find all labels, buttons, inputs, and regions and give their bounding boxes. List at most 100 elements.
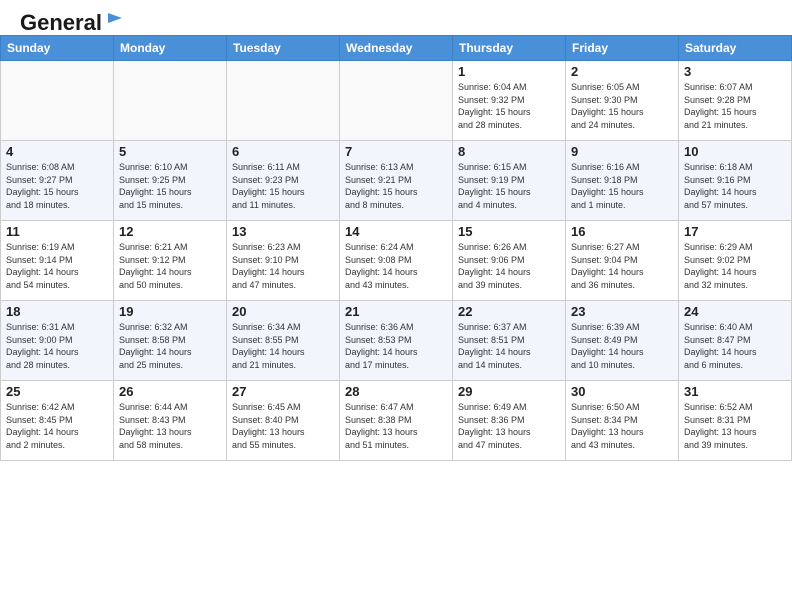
day-info: Sunrise: 6:29 AM Sunset: 9:02 PM Dayligh… — [684, 241, 786, 291]
day-number: 7 — [345, 144, 447, 159]
day-number: 2 — [571, 64, 673, 79]
calendar-cell — [1, 61, 114, 141]
calendar-cell: 3 Sunrise: 6:07 AM Sunset: 9:28 PM Daylig… — [679, 61, 792, 141]
calendar-cell: 26 Sunrise: 6:44 AM Sunset: 8:43 PM Dayli… — [114, 381, 227, 461]
day-info: Sunrise: 6:07 AM Sunset: 9:28 PM Dayligh… — [684, 81, 786, 131]
calendar-weekday-sunday: Sunday — [1, 36, 114, 61]
calendar-week-row: 25 Sunrise: 6:42 AM Sunset: 8:45 PM Dayli… — [1, 381, 792, 461]
calendar-weekday-monday: Monday — [114, 36, 227, 61]
day-number: 14 — [345, 224, 447, 239]
day-info: Sunrise: 6:31 AM Sunset: 9:00 PM Dayligh… — [6, 321, 108, 371]
day-number: 19 — [119, 304, 221, 319]
calendar-cell: 22Sunrise: 6:37 AM Sunset: 8:51 PM Dayli… — [453, 301, 566, 381]
calendar-cell: 5Sunrise: 6:10 AM Sunset: 9:25 PM Daylig… — [114, 141, 227, 221]
day-info: Sunrise: 6:11 AM Sunset: 9:23 PM Dayligh… — [232, 161, 334, 211]
day-info: Sunrise: 6:26 AM Sunset: 9:06 PM Dayligh… — [458, 241, 560, 291]
day-number: 6 — [232, 144, 334, 159]
day-info: Sunrise: 6:42 AM Sunset: 8:45 PM Dayligh… — [6, 401, 108, 451]
calendar-cell: 11Sunrise: 6:19 AM Sunset: 9:14 PM Dayli… — [1, 221, 114, 301]
logo-general-text: General — [20, 10, 102, 36]
day-info: Sunrise: 6:47 AM Sunset: 8:38 PM Dayligh… — [345, 401, 447, 451]
calendar-header-row: SundayMondayTuesdayWednesdayThursdayFrid… — [1, 36, 792, 61]
day-number: 21 — [345, 304, 447, 319]
day-number: 23 — [571, 304, 673, 319]
calendar-cell: 21 Sunrise: 6:36 AM Sunset: 8:53 PM Dayli… — [340, 301, 453, 381]
day-info: Sunrise: 6:16 AM Sunset: 9:18 PM Dayligh… — [571, 161, 673, 211]
calendar-week-row: 11Sunrise: 6:19 AM Sunset: 9:14 PM Dayli… — [1, 221, 792, 301]
logo-flag-icon — [106, 11, 124, 33]
day-info: Sunrise: 6:52 AM Sunset: 8:31 PM Dayligh… — [684, 401, 786, 451]
day-number: 30 — [571, 384, 673, 399]
day-info: Sunrise: 6:45 AM Sunset: 8:40 PM Dayligh… — [232, 401, 334, 451]
day-number: 13 — [232, 224, 334, 239]
calendar-cell — [114, 61, 227, 141]
day-info: Sunrise: 6:24 AM Sunset: 9:08 PM Dayligh… — [345, 241, 447, 291]
day-number: 27 — [232, 384, 334, 399]
day-number: 25 — [6, 384, 108, 399]
day-info: Sunrise: 6:05 AM Sunset: 9:30 PM Dayligh… — [571, 81, 673, 131]
day-info: Sunrise: 6:10 AM Sunset: 9:25 PM Dayligh… — [119, 161, 221, 211]
calendar-weekday-thursday: Thursday — [453, 36, 566, 61]
calendar-cell: 18Sunrise: 6:31 AM Sunset: 9:00 PM Dayli… — [1, 301, 114, 381]
day-number: 20 — [232, 304, 334, 319]
day-number: 3 — [684, 64, 786, 79]
calendar-cell: 28Sunrise: 6:47 AM Sunset: 8:38 PM Dayli… — [340, 381, 453, 461]
calendar-cell: 23 Sunrise: 6:39 AM Sunset: 8:49 PM Dayli… — [566, 301, 679, 381]
day-number: 24 — [684, 304, 786, 319]
calendar-cell: 17Sunrise: 6:29 AM Sunset: 9:02 PM Dayli… — [679, 221, 792, 301]
calendar-cell — [340, 61, 453, 141]
calendar-cell: 9 Sunrise: 6:16 AM Sunset: 9:18 PM Daylig… — [566, 141, 679, 221]
day-info: Sunrise: 6:27 AM Sunset: 9:04 PM Dayligh… — [571, 241, 673, 291]
day-number: 9 — [571, 144, 673, 159]
calendar-cell: 16Sunrise: 6:27 AM Sunset: 9:04 PM Dayli… — [566, 221, 679, 301]
calendar-cell: 8Sunrise: 6:15 AM Sunset: 9:19 PM Daylig… — [453, 141, 566, 221]
calendar-week-row: 18Sunrise: 6:31 AM Sunset: 9:00 PM Dayli… — [1, 301, 792, 381]
day-info: Sunrise: 6:49 AM Sunset: 8:36 PM Dayligh… — [458, 401, 560, 451]
calendar-cell: 6 Sunrise: 6:11 AM Sunset: 9:23 PM Daylig… — [227, 141, 340, 221]
day-number: 26 — [119, 384, 221, 399]
calendar-weekday-saturday: Saturday — [679, 36, 792, 61]
calendar-week-row: 4 Sunrise: 6:08 AM Sunset: 9:27 PM Daylig… — [1, 141, 792, 221]
day-number: 31 — [684, 384, 786, 399]
logo: General — [20, 10, 124, 30]
calendar-weekday-friday: Friday — [566, 36, 679, 61]
day-info: Sunrise: 6:36 AM Sunset: 8:53 PM Dayligh… — [345, 321, 447, 371]
day-number: 22 — [458, 304, 560, 319]
calendar-cell: 13 Sunrise: 6:23 AM Sunset: 9:10 PM Dayli… — [227, 221, 340, 301]
day-number: 29 — [458, 384, 560, 399]
page-container: General SundayMondayTuesdayWednesdayThur… — [0, 0, 792, 461]
day-info: Sunrise: 6:08 AM Sunset: 9:27 PM Dayligh… — [6, 161, 108, 211]
calendar-cell: 4 Sunrise: 6:08 AM Sunset: 9:27 PM Daylig… — [1, 141, 114, 221]
calendar-table: SundayMondayTuesdayWednesdayThursdayFrid… — [0, 35, 792, 461]
day-info: Sunrise: 6:32 AM Sunset: 8:58 PM Dayligh… — [119, 321, 221, 371]
day-info: Sunrise: 6:21 AM Sunset: 9:12 PM Dayligh… — [119, 241, 221, 291]
calendar-cell: 2 Sunrise: 6:05 AM Sunset: 9:30 PM Daylig… — [566, 61, 679, 141]
calendar-cell: 10Sunrise: 6:18 AM Sunset: 9:16 PM Dayli… — [679, 141, 792, 221]
day-info: Sunrise: 6:50 AM Sunset: 8:34 PM Dayligh… — [571, 401, 673, 451]
day-number: 11 — [6, 224, 108, 239]
calendar-cell: 31 Sunrise: 6:52 AM Sunset: 8:31 PM Dayli… — [679, 381, 792, 461]
calendar-cell: 25 Sunrise: 6:42 AM Sunset: 8:45 PM Dayli… — [1, 381, 114, 461]
calendar-cell: 19 Sunrise: 6:32 AM Sunset: 8:58 PM Dayli… — [114, 301, 227, 381]
day-info: Sunrise: 6:34 AM Sunset: 8:55 PM Dayligh… — [232, 321, 334, 371]
day-info: Sunrise: 6:39 AM Sunset: 8:49 PM Dayligh… — [571, 321, 673, 371]
day-info: Sunrise: 6:40 AM Sunset: 8:47 PM Dayligh… — [684, 321, 786, 371]
calendar-cell — [227, 61, 340, 141]
day-info: Sunrise: 6:44 AM Sunset: 8:43 PM Dayligh… — [119, 401, 221, 451]
day-number: 4 — [6, 144, 108, 159]
calendar-cell: 1 Sunrise: 6:04 AM Sunset: 9:32 PM Daylig… — [453, 61, 566, 141]
calendar-cell: 14 Sunrise: 6:24 AM Sunset: 9:08 PM Dayli… — [340, 221, 453, 301]
calendar-cell: 20 Sunrise: 6:34 AM Sunset: 8:55 PM Dayli… — [227, 301, 340, 381]
day-number: 8 — [458, 144, 560, 159]
calendar-cell: 29 Sunrise: 6:49 AM Sunset: 8:36 PM Dayli… — [453, 381, 566, 461]
calendar-cell: 15 Sunrise: 6:26 AM Sunset: 9:06 PM Dayli… — [453, 221, 566, 301]
day-info: Sunrise: 6:04 AM Sunset: 9:32 PM Dayligh… — [458, 81, 560, 131]
day-number: 10 — [684, 144, 786, 159]
day-number: 1 — [458, 64, 560, 79]
calendar-week-row: 1 Sunrise: 6:04 AM Sunset: 9:32 PM Daylig… — [1, 61, 792, 141]
calendar-weekday-wednesday: Wednesday — [340, 36, 453, 61]
day-number: 15 — [458, 224, 560, 239]
day-info: Sunrise: 6:23 AM Sunset: 9:10 PM Dayligh… — [232, 241, 334, 291]
day-number: 12 — [119, 224, 221, 239]
calendar-cell: 30 Sunrise: 6:50 AM Sunset: 8:34 PM Dayli… — [566, 381, 679, 461]
